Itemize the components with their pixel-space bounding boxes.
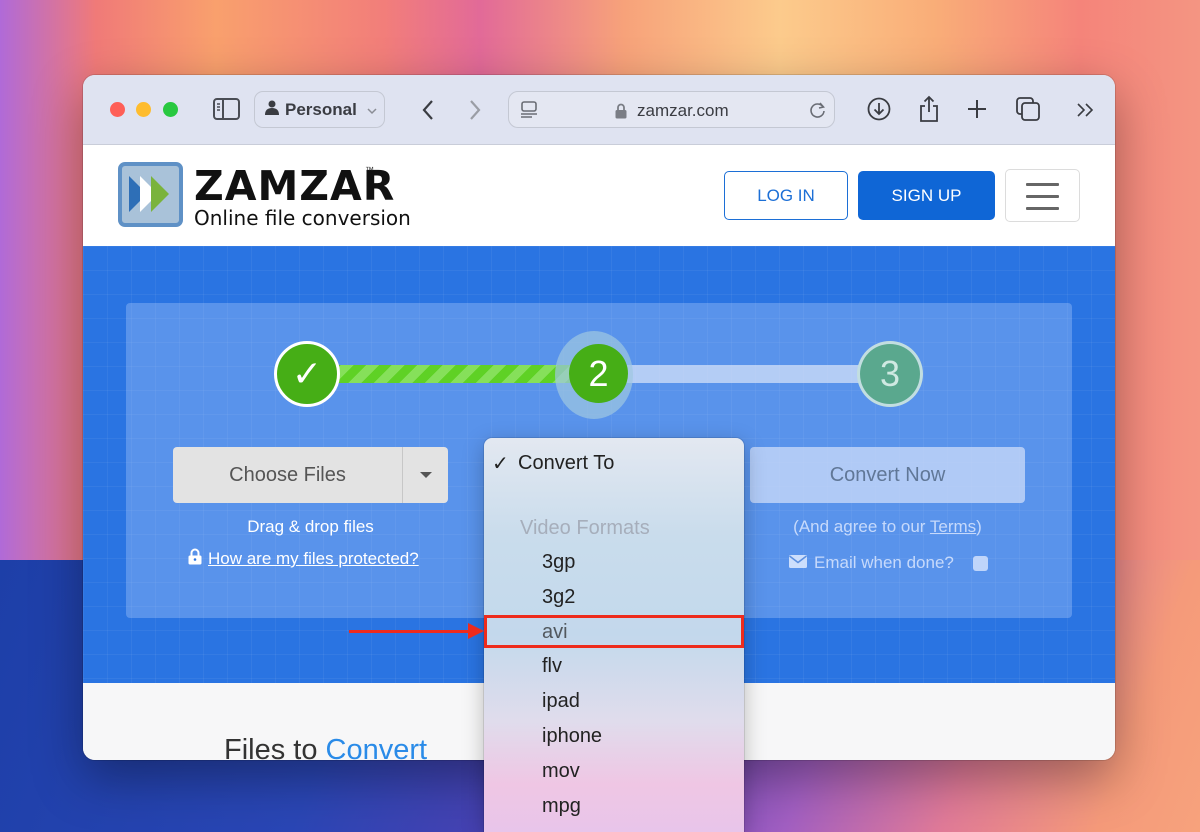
envelope-icon [789, 553, 807, 573]
terms-agreement: (And agree to our Terms) [750, 517, 1025, 537]
login-button[interactable]: LOG IN [724, 171, 848, 220]
menu-item-format[interactable]: mov [484, 754, 744, 788]
url-text: zamzar.com [637, 101, 729, 120]
brand-tagline: Online file conversion [194, 206, 411, 230]
agree-suffix: ) [976, 517, 982, 536]
menu-item-convert-to[interactable]: ✓ Convert To [484, 446, 744, 480]
step-3-indicator: 3 [857, 341, 923, 407]
menu-item-label: Convert To [518, 451, 615, 474]
menu-bar-icon [1026, 195, 1059, 198]
heading-plain: Files to [224, 734, 326, 760]
chevron-left-icon[interactable] [419, 97, 437, 123]
profile-button[interactable]: Personal [254, 91, 385, 128]
menu-bar-icon [1026, 183, 1059, 186]
convert-now-button[interactable]: Convert Now [750, 447, 1025, 503]
menu-bar-icon [1026, 207, 1059, 210]
choose-files-dropdown-toggle[interactable] [402, 447, 448, 503]
hamburger-menu-button[interactable] [1005, 169, 1080, 222]
files-protected-link[interactable]: How are my files protected? [208, 549, 419, 569]
share-icon[interactable] [918, 94, 940, 124]
step-2-indicator: 2 [569, 344, 628, 403]
chevron-right-icon[interactable] [466, 97, 484, 123]
close-window-button[interactable] [110, 102, 125, 117]
drag-drop-hint: Drag & drop files [247, 517, 374, 536]
menu-item-format[interactable]: 3gp [484, 545, 744, 579]
zoom-window-button[interactable] [163, 102, 178, 117]
step-1-complete-icon: ✓ [274, 341, 340, 407]
sidebar-icon[interactable] [213, 97, 240, 121]
menu-item-format[interactable]: iphone [484, 719, 744, 753]
tab-overview-icon[interactable] [1015, 96, 1041, 122]
minimize-window-button[interactable] [136, 102, 151, 117]
email-label: Email when done? [814, 553, 954, 572]
reader-icon[interactable] [520, 100, 538, 120]
annotation-arrow-head-icon [468, 623, 484, 639]
menu-item-format[interactable]: ipad [484, 684, 744, 718]
menu-group-video-formats: Video Formats [520, 516, 650, 539]
reload-icon[interactable] [808, 100, 828, 120]
annotation-highlight-box [484, 615, 744, 648]
profile-label: Personal [285, 99, 357, 119]
menu-item-format[interactable]: flv [484, 649, 744, 683]
browser-toolbar: Personal zamzar.com [83, 75, 1115, 145]
file-protection-info: How are my files protected? [188, 548, 419, 570]
chevron-down-icon [367, 100, 377, 120]
address-bar[interactable]: zamzar.com [508, 91, 835, 128]
plus-icon[interactable] [966, 98, 988, 120]
choose-files-button[interactable]: Choose Files [173, 447, 448, 503]
double-chevron-right-icon[interactable] [1076, 100, 1096, 120]
checkmark-icon: ✓ [492, 452, 509, 475]
email-when-done: Email when done? [789, 553, 988, 573]
person-icon [265, 100, 279, 120]
email-when-done-checkbox[interactable] [972, 555, 988, 571]
annotation-arrow [349, 630, 471, 633]
trademark: ™ [365, 165, 374, 175]
zamzar-logo-icon[interactable] [118, 162, 183, 227]
lock-icon [614, 102, 628, 120]
menu-item-format[interactable]: 3g2 [484, 580, 744, 614]
heading-accent: Convert [325, 734, 428, 760]
menu-item-format[interactable]: mpg [484, 789, 744, 823]
files-to-convert-heading: Files to Convert [224, 734, 427, 760]
agree-prefix: (And agree to our [793, 517, 930, 536]
terms-link[interactable]: Terms [930, 517, 976, 536]
caret-down-icon [419, 472, 432, 478]
progress-bar-remaining [623, 365, 893, 383]
lock-icon [188, 548, 202, 570]
download-icon[interactable] [867, 97, 891, 121]
signup-button[interactable]: SIGN UP [858, 171, 995, 220]
choose-files-label[interactable]: Choose Files [173, 447, 402, 503]
